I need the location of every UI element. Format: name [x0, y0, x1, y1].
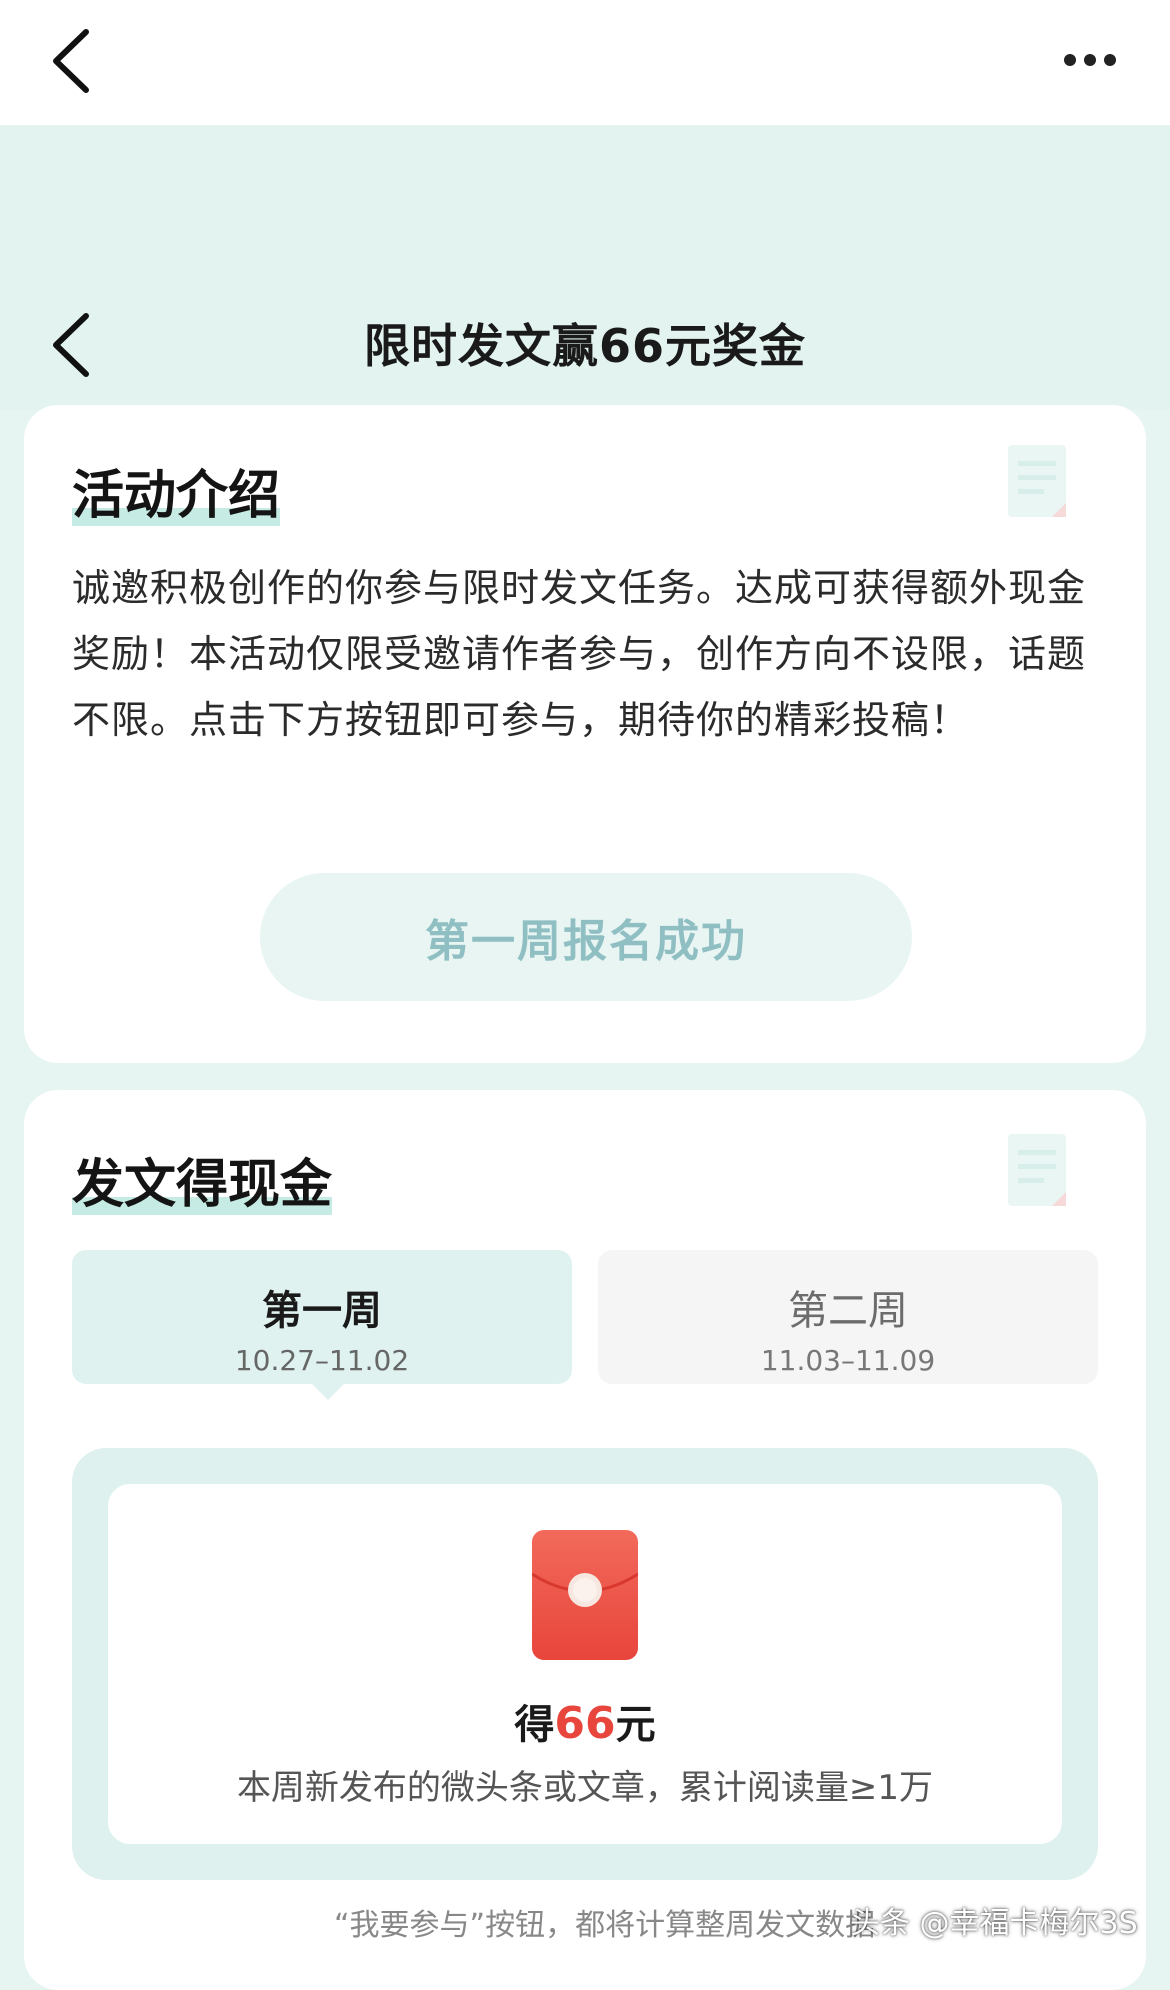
reward-detail: 得66元 本周新发布的微头条或文章，累计阅读量≥1万 [108, 1484, 1062, 1844]
red-envelope-icon [532, 1530, 638, 1660]
reward-condition: 本周新发布的微头条或文章，累计阅读量≥1万 [236, 1768, 934, 1808]
tab-week-1-label: 第一周 [262, 1288, 382, 1334]
tab-week-1[interactable]: 第一周 10.27–11.02 [72, 1250, 572, 1384]
activity-intro-card: 活动介绍 诚邀积极创作的你参与限时发文任务。达成可获得额外现金奖励！本活动仅限受… [24, 405, 1146, 1063]
page-title: 限时发文赢66元奖金 [363, 319, 806, 373]
tab-week-1-dates: 10.27–11.02 [234, 1344, 410, 1377]
cash-reward-card: 发文得现金 第一周 10.27–11.02 第二周 11.03–11.09 得6… [24, 1090, 1146, 1990]
tab-week-2-label: 第二周 [788, 1288, 908, 1334]
top-nav-bar [0, 0, 1170, 125]
source-watermark: 头条 @幸福卡梅尔3S [850, 1906, 1138, 1941]
signup-status-button[interactable]: 第一周报名成功 [260, 873, 912, 1001]
document-icon [1008, 445, 1066, 517]
active-tab-pointer [310, 1382, 346, 1400]
rules-footnote: “我要参与”按钮，都将计算整周发文数据 [334, 1908, 876, 1943]
more-icon[interactable] [1062, 52, 1118, 68]
cash-section-title: 发文得现金 [72, 1142, 333, 1217]
reward-panel: 得66元 本周新发布的微头条或文章，累计阅读量≥1万 [72, 1448, 1098, 1880]
reward-value: 66 [554, 1698, 616, 1749]
back-icon[interactable] [48, 28, 96, 94]
document-icon [1008, 1134, 1066, 1206]
tab-week-2-dates: 11.03–11.09 [760, 1344, 936, 1377]
reward-amount: 得66元 [514, 1698, 656, 1749]
intro-description: 诚邀积极创作的你参与限时发文任务。达成可获得额外现金奖励！本活动仅限受邀请作者参… [72, 566, 1087, 742]
tab-week-2[interactable]: 第二周 11.03–11.09 [598, 1250, 1098, 1384]
intro-section-title: 活动介绍 [72, 453, 281, 528]
